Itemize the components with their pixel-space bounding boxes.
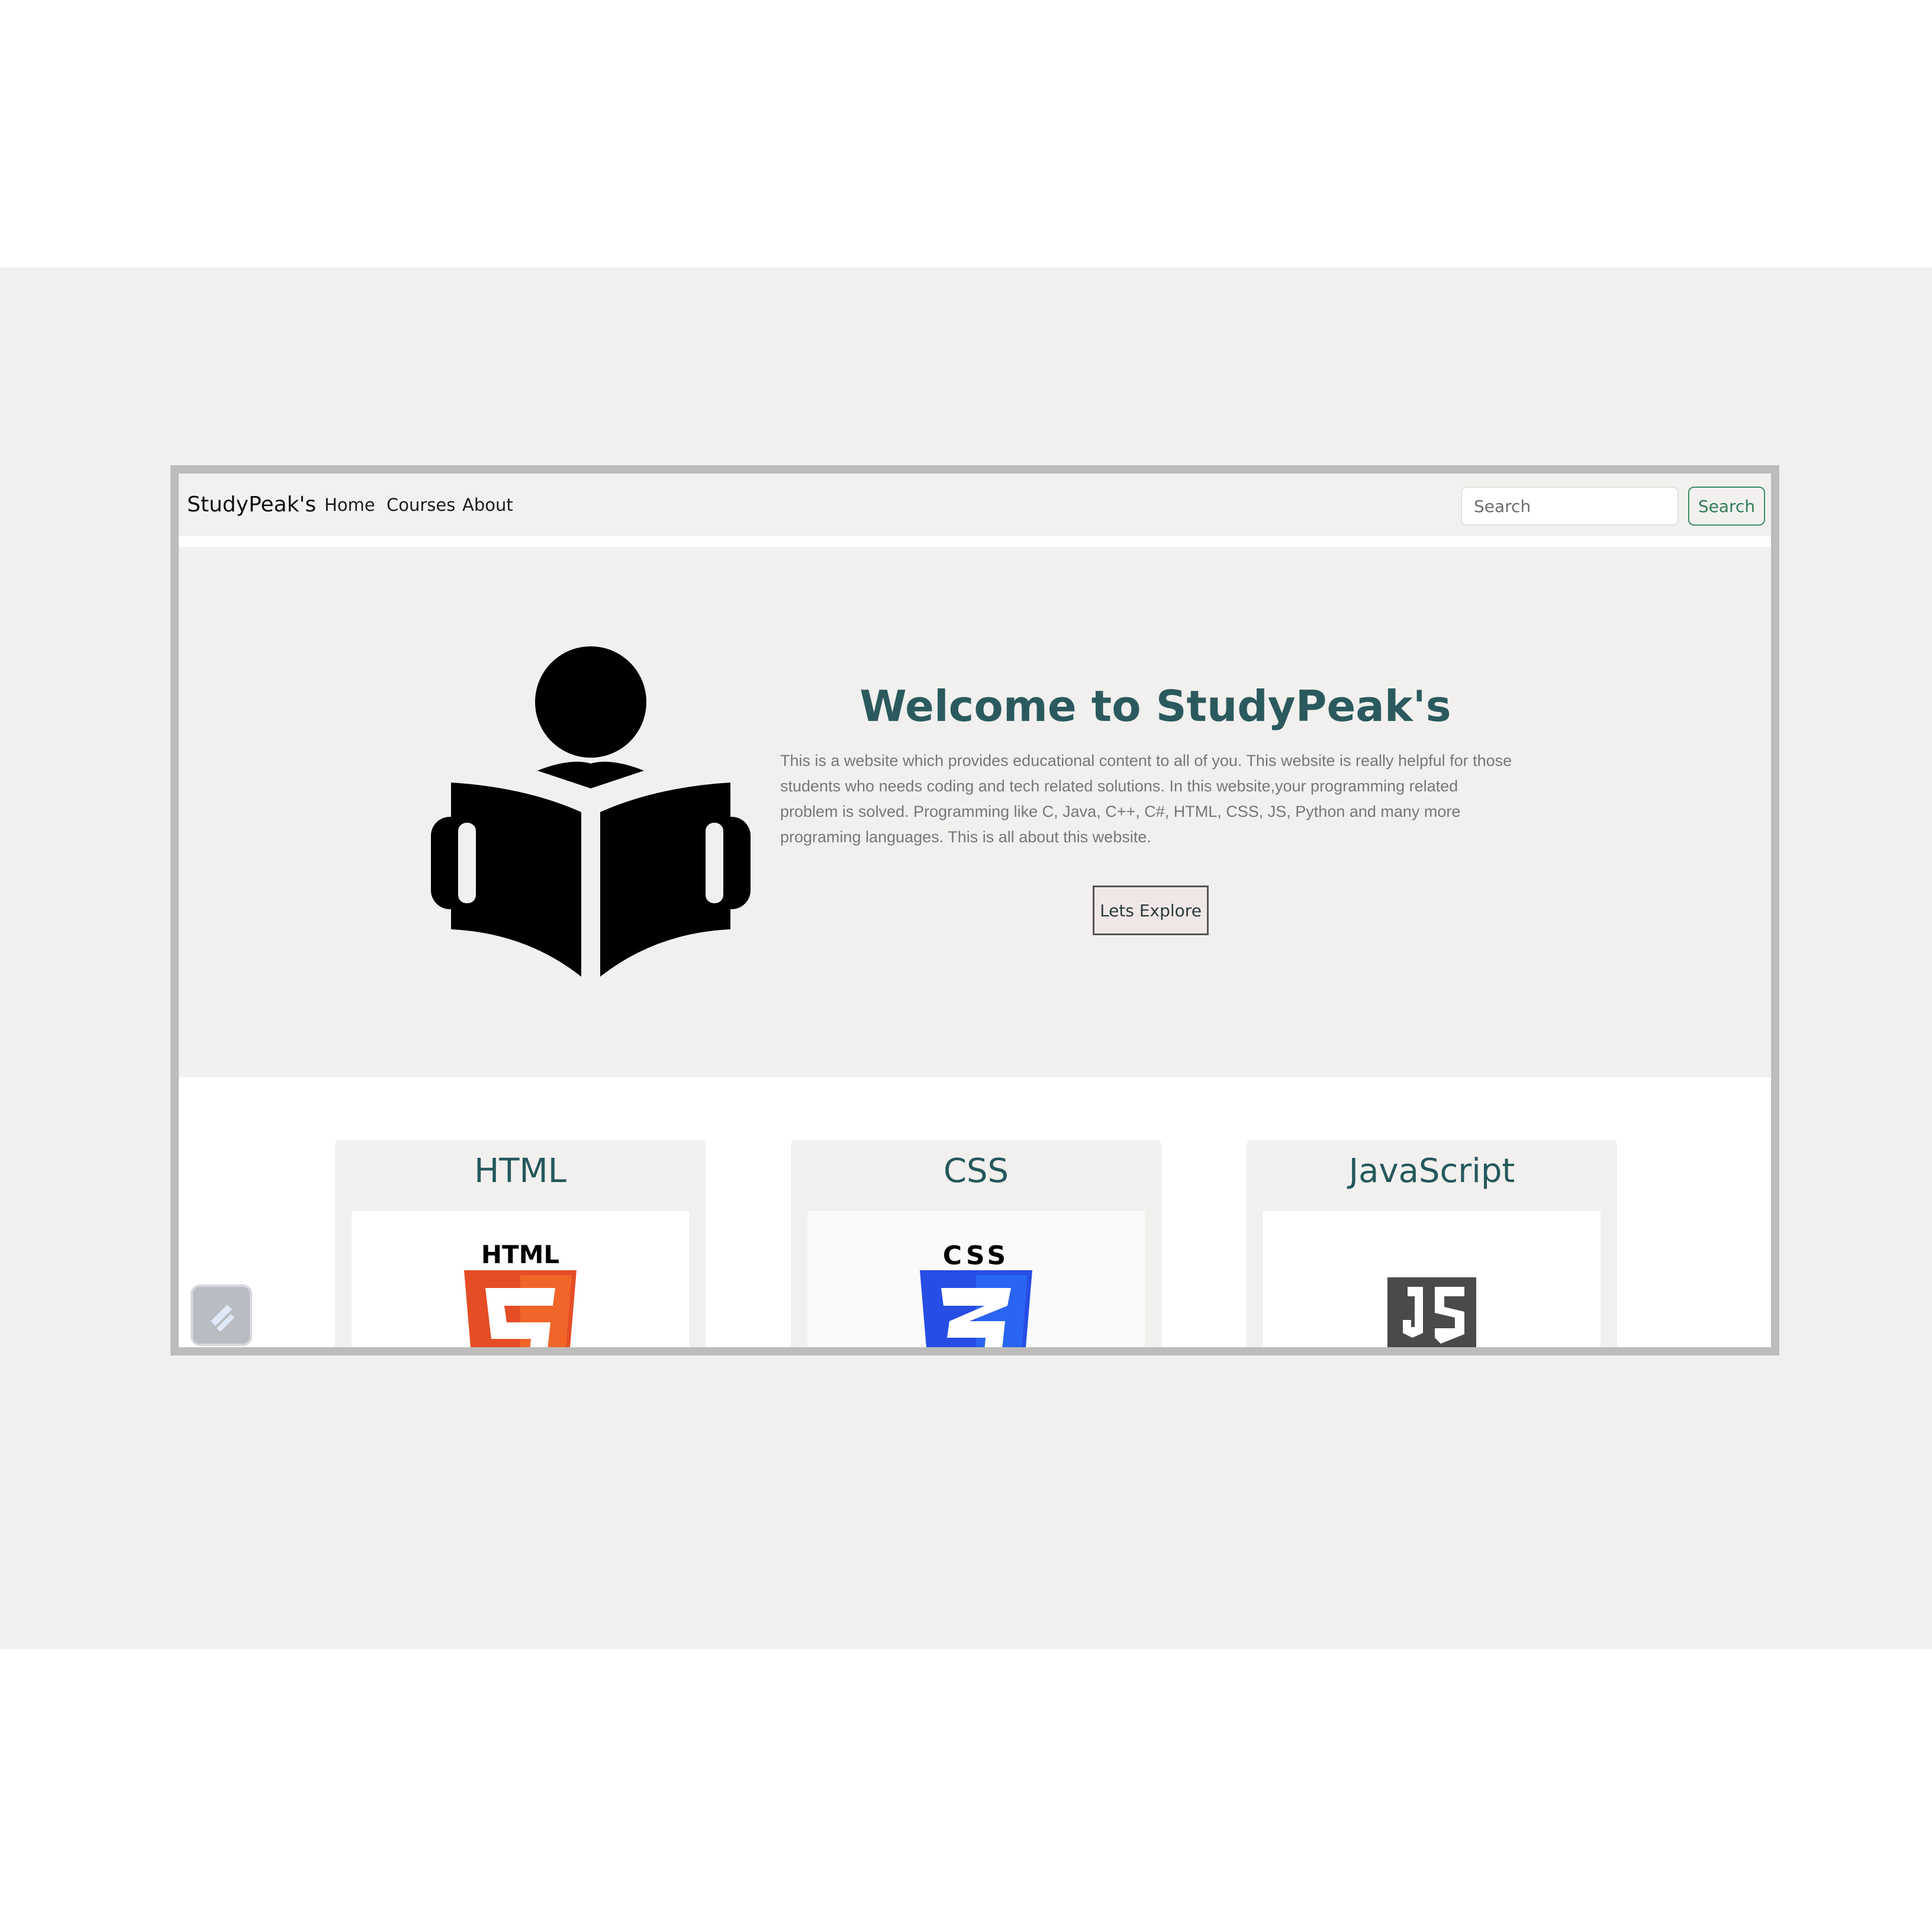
nav-link-home[interactable]: Home — [324, 492, 375, 517]
nav-link-courses[interactable]: Courses — [387, 492, 455, 517]
hero-description: This is a website which provides educati… — [780, 752, 1512, 846]
course-card-javascript[interactable]: JavaScript — [1247, 1140, 1617, 1347]
html5-logo-text: HTML — [481, 1240, 559, 1269]
lets-explore-button[interactable]: Lets Explore — [1093, 886, 1209, 935]
course-card-html[interactable]: HTML HTML — [335, 1140, 706, 1347]
hero-title: Welcome to StudyPeak's — [859, 681, 1451, 731]
floating-widget-button[interactable] — [191, 1284, 252, 1346]
css3-logo-image: CSS — [807, 1211, 1145, 1347]
card-title: CSS — [943, 1152, 1009, 1190]
person-reading-book-icon — [431, 646, 751, 977]
card-title: HTML — [474, 1152, 566, 1190]
js-logo-image — [1263, 1211, 1601, 1347]
card-title: JavaScript — [1348, 1152, 1515, 1190]
html5-logo-image: HTML — [352, 1211, 689, 1347]
navbar: StudyPeak's Home Courses About Search — [179, 474, 1771, 536]
search-button[interactable]: Search — [1688, 487, 1765, 526]
css3-logo-text: CSS — [943, 1241, 1010, 1271]
course-card-css[interactable]: CSS CSS — [791, 1140, 1161, 1347]
browser-viewport: StudyPeak's Home Courses About Search We… — [170, 465, 1779, 1355]
navbar-divider — [179, 536, 1771, 547]
nav-link-about[interactable]: About — [462, 492, 513, 517]
css3-icon: CSS — [920, 1241, 1032, 1347]
js-icon — [1387, 1277, 1476, 1347]
search-input[interactable] — [1461, 487, 1679, 526]
html5-icon: HTML — [464, 1240, 577, 1347]
brand-logo[interactable]: StudyPeak's — [187, 491, 316, 519]
lightning-icon — [211, 1305, 234, 1332]
hero-section: Welcome to StudyPeak's This is a website… — [179, 547, 1771, 1077]
